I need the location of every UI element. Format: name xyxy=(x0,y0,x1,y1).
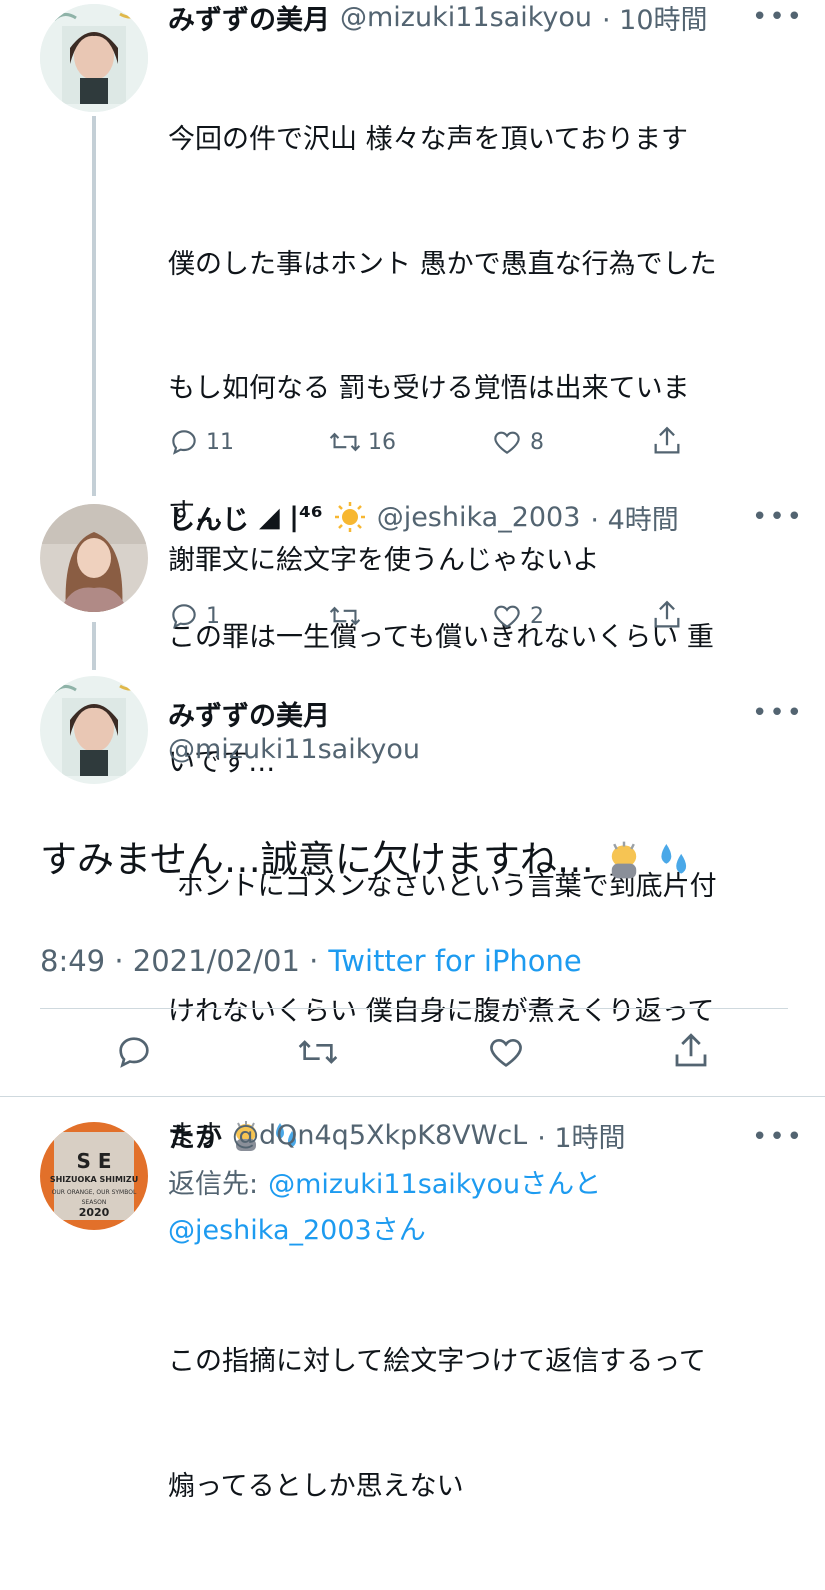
handle[interactable]: @dQn4q5XkpK8VWcL xyxy=(232,1120,527,1151)
more-icon[interactable]: ••• xyxy=(752,502,804,532)
handle[interactable]: @mizuki11saikyou xyxy=(168,734,420,765)
display-name[interactable]: みずずの美月 xyxy=(168,694,330,733)
text-line: 僕のした事はホント 愚かで愚直な行為でした xyxy=(168,248,717,280)
text-line: けれないくらい 僕自身に腹が煮えくり返って xyxy=(168,995,715,1027)
display-name[interactable]: しんじ xyxy=(168,498,249,537)
tweet-text: すみません…誠意に欠けますね… xyxy=(40,838,594,881)
timestamp[interactable]: · 1時間 xyxy=(537,1116,625,1155)
replying-to-label: 返信先: xyxy=(168,1169,259,1200)
retweet-icon xyxy=(329,432,361,452)
svg-text:SEASON: SEASON xyxy=(82,1199,107,1206)
avatar[interactable] xyxy=(40,504,148,612)
share-icon xyxy=(654,600,680,628)
share-button[interactable] xyxy=(650,598,684,632)
thread-line xyxy=(92,622,96,670)
more-icon[interactable]: ••• xyxy=(752,2,804,32)
like-icon xyxy=(494,431,520,454)
retweet-icon xyxy=(298,1040,338,1064)
sweat-droplets-emoji xyxy=(661,843,687,874)
display-name[interactable]: みずずの美月 xyxy=(168,0,330,37)
avatar[interactable]: S E SHIZUOKA SHIMIZU OUR ORANGE, OUR SYM… xyxy=(40,1122,148,1230)
reply-icon xyxy=(119,1037,149,1068)
like-button[interactable]: 2 xyxy=(490,600,544,632)
text-line: この罪は一生償っても償いきれないくらい 重 xyxy=(168,622,714,653)
retweet-icon xyxy=(329,606,361,626)
share-icon xyxy=(675,1033,707,1067)
like-icon xyxy=(494,605,520,628)
timestamp[interactable]: · 10時間 xyxy=(602,0,708,37)
more-icon[interactable]: ••• xyxy=(752,1122,804,1152)
timestamp[interactable]: · 4時間 xyxy=(590,498,678,537)
thread-line xyxy=(92,116,96,496)
retweet-count: 16 xyxy=(368,429,396,455)
retweet-button[interactable] xyxy=(328,600,362,632)
text-line: もし如何なる 罰も受ける覚悟は出来ていま xyxy=(168,373,690,404)
more-icon[interactable]: ••• xyxy=(752,698,804,728)
reply-mention[interactable]: @mizuki11saikyouさんと xyxy=(268,1162,601,1201)
reply-mention[interactable]: @jeshika_2003さん xyxy=(168,1208,426,1247)
retweet-button[interactable]: 16 xyxy=(328,426,396,458)
handle[interactable]: @mizuki11saikyou xyxy=(340,2,592,33)
like-count: 2 xyxy=(530,603,544,629)
tweet-timestamp[interactable]: 8:49 · 2021/02/01 · xyxy=(40,944,318,978)
divider xyxy=(0,1096,825,1097)
reply-button[interactable]: 1 xyxy=(168,600,220,632)
text-line: 煽ってるとしか思えない xyxy=(168,1470,464,1502)
text-line: 今回の件で沢山 様々な声を頂いております xyxy=(168,124,688,155)
tweet-text: 謝罪文に絵文字を使うんじゃないよ xyxy=(168,545,600,576)
svg-text:SHIZUOKA SHIMIZU: SHIZUOKA SHIMIZU xyxy=(50,1175,138,1184)
reply-button[interactable] xyxy=(114,1032,154,1072)
display-name-suffix: ◢ |⁴⁶ xyxy=(259,501,323,533)
reply-icon xyxy=(172,604,196,629)
display-name[interactable]: たか xyxy=(168,1116,222,1155)
svg-text:OUR ORANGE, OUR SYMBOL: OUR ORANGE, OUR SYMBOL xyxy=(52,1189,137,1196)
avatar[interactable] xyxy=(40,4,148,112)
svg-text:2020: 2020 xyxy=(79,1206,110,1219)
like-button[interactable] xyxy=(484,1032,528,1072)
bowing-person-emoji xyxy=(611,841,637,879)
like-button[interactable]: 8 xyxy=(490,426,544,458)
share-button[interactable] xyxy=(650,424,684,458)
avatar[interactable] xyxy=(40,676,148,784)
like-count: 8 xyxy=(530,429,544,455)
like-icon xyxy=(490,1038,522,1067)
share-icon xyxy=(654,426,680,454)
divider xyxy=(40,1008,788,1009)
sun-emoji xyxy=(334,502,365,532)
reply-count: 11 xyxy=(206,429,234,455)
reply-count: 1 xyxy=(206,603,220,629)
retweet-button[interactable] xyxy=(296,1032,340,1072)
reply-icon xyxy=(172,430,196,455)
tweet-source[interactable]: Twitter for iPhone xyxy=(328,944,581,978)
handle[interactable]: @jeshika_2003 xyxy=(377,502,581,533)
reply-button[interactable]: 11 xyxy=(168,426,234,458)
text-line: この指摘に対して絵文字つけて返信するって xyxy=(168,1346,706,1377)
svg-text:S E: S E xyxy=(76,1149,111,1173)
tweet-text: この指摘に対して絵文字つけて返信するって 煽ってるとしか思えない xyxy=(168,1258,706,1590)
share-button[interactable] xyxy=(670,1030,712,1072)
